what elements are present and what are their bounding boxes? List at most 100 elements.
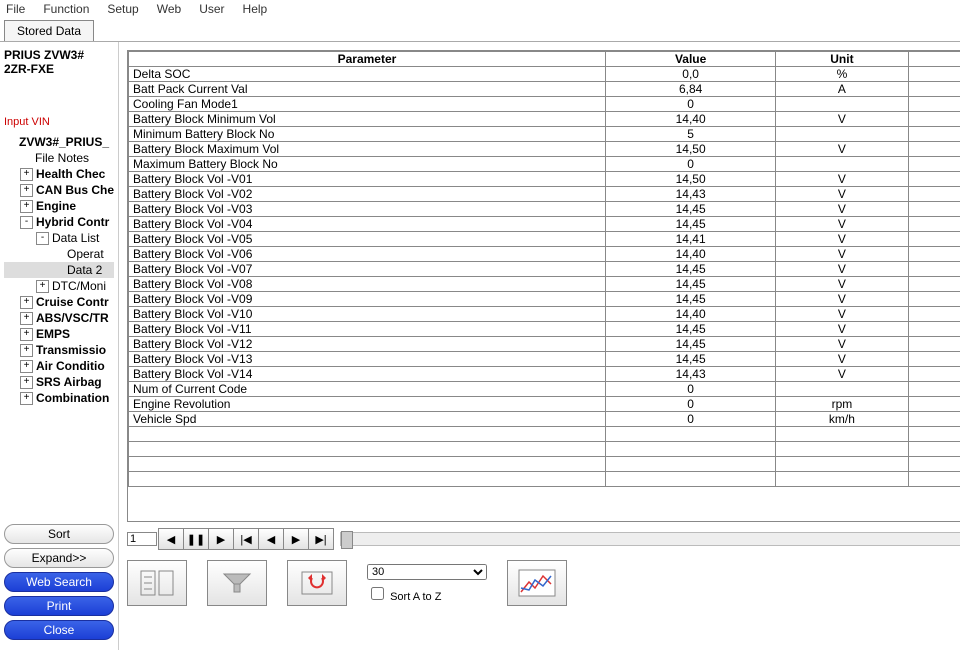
print-button[interactable]: Print bbox=[4, 596, 114, 616]
skip-fwd-button[interactable]: ▶| bbox=[308, 528, 334, 550]
playback-slider[interactable] bbox=[340, 532, 960, 546]
table-row[interactable]: Battery Block Minimum Vol14,40V bbox=[129, 112, 960, 127]
table-row[interactable]: Battery Block Vol -V1414,43V bbox=[129, 367, 960, 382]
table-row[interactable]: Battery Block Vol -V1214,45V bbox=[129, 337, 960, 352]
tree-item[interactable]: +Transmissio bbox=[4, 342, 114, 358]
close-button[interactable]: Close bbox=[4, 620, 114, 640]
expand-icon[interactable]: + bbox=[20, 296, 33, 309]
menu-web[interactable]: Web bbox=[157, 2, 181, 16]
step-back-button[interactable]: ◀ bbox=[258, 528, 284, 550]
table-row[interactable]: Battery Block Vol -V0114,50V bbox=[129, 172, 960, 187]
table-row[interactable]: Battery Block Vol -V1314,45V bbox=[129, 352, 960, 367]
menu-user[interactable]: User bbox=[199, 2, 224, 16]
expand-icon[interactable]: + bbox=[36, 280, 49, 293]
expand-icon[interactable]: + bbox=[20, 168, 33, 181]
tree-item[interactable]: ZVW3#_PRIUS_ bbox=[4, 134, 114, 150]
cell: 0,0 bbox=[605, 67, 775, 82]
table-row[interactable]: Battery Block Vol -V1014,40V bbox=[129, 307, 960, 322]
tree-item[interactable]: +EMPS bbox=[4, 326, 114, 342]
cell: Battery Block Vol -V11 bbox=[129, 322, 606, 337]
menu-file[interactable]: File bbox=[6, 2, 25, 16]
table-row[interactable]: Minimum Battery Block No5 bbox=[129, 127, 960, 142]
cell: Battery Block Vol -V02 bbox=[129, 187, 606, 202]
step-fwd-button[interactable]: ▶ bbox=[283, 528, 309, 550]
expand-icon[interactable]: + bbox=[20, 184, 33, 197]
tree-item[interactable]: File Notes bbox=[4, 150, 114, 166]
table-row[interactable]: Battery Block Vol -V0914,45V bbox=[129, 292, 960, 307]
menu-help[interactable]: Help bbox=[243, 2, 268, 16]
cell: 14,50 bbox=[605, 142, 775, 157]
collapse-icon[interactable]: - bbox=[20, 216, 33, 229]
table-row[interactable]: Battery Block Vol -V0814,45V bbox=[129, 277, 960, 292]
expand-button[interactable]: Expand>> bbox=[4, 548, 114, 568]
cell: V bbox=[776, 142, 908, 157]
expand-icon[interactable]: + bbox=[20, 200, 33, 213]
expand-icon[interactable]: + bbox=[20, 312, 33, 325]
tree-item[interactable]: -Data List bbox=[4, 230, 114, 246]
expand-icon[interactable]: + bbox=[20, 328, 33, 341]
data-grid[interactable]: ParameterValueUnitParameterValueUnitDelt… bbox=[127, 50, 960, 522]
table-row[interactable]: Battery Block Vol -V0614,40V bbox=[129, 247, 960, 262]
skip-back-button[interactable]: |◀ bbox=[233, 528, 259, 550]
table-row[interactable]: Engine Revolution0rpm bbox=[129, 397, 960, 412]
table-row[interactable]: Maximum Battery Block No0 bbox=[129, 157, 960, 172]
tree-item[interactable]: Data 2 bbox=[4, 262, 114, 278]
sort-button[interactable]: Sort bbox=[4, 524, 114, 544]
table-row[interactable]: Battery Block Maximum Vol14,50V bbox=[129, 142, 960, 157]
tab-stored-data[interactable]: Stored Data bbox=[4, 20, 94, 41]
table-row[interactable]: Num of Current Code0 bbox=[129, 382, 960, 397]
filter-button[interactable] bbox=[207, 560, 267, 606]
table-row[interactable]: Delta SOC0,0% bbox=[129, 67, 960, 82]
cell bbox=[908, 337, 960, 352]
split-columns-button[interactable] bbox=[127, 560, 187, 606]
tree-item[interactable]: +Cruise Contr bbox=[4, 294, 114, 310]
expand-icon[interactable]: + bbox=[20, 376, 33, 389]
table-row[interactable]: Vehicle Spd0km/h bbox=[129, 412, 960, 427]
play-button[interactable]: ▶ bbox=[208, 528, 234, 550]
expand-icon[interactable]: + bbox=[20, 344, 33, 357]
table-row[interactable]: Battery Block Vol -V0414,45V bbox=[129, 217, 960, 232]
sort-checkbox-row[interactable]: Sort A to Z bbox=[367, 584, 487, 603]
table-row[interactable]: Batt Pack Current Val6,84A bbox=[129, 82, 960, 97]
menu-setup[interactable]: Setup bbox=[107, 2, 138, 16]
expand-icon[interactable]: + bbox=[20, 392, 33, 405]
cell bbox=[908, 262, 960, 277]
menubar: File Function Setup Web User Help bbox=[0, 0, 960, 18]
input-vin-label[interactable]: Input VIN bbox=[4, 116, 114, 128]
tree-item[interactable]: +Combination bbox=[4, 390, 114, 406]
cell: V bbox=[776, 292, 908, 307]
tree-item-label: Combination bbox=[36, 391, 109, 405]
tree-item[interactable]: +SRS Airbag bbox=[4, 374, 114, 390]
pause-button[interactable]: ❚❚ bbox=[183, 528, 209, 550]
prev-frame-button[interactable]: ◀ bbox=[158, 528, 184, 550]
menu-function[interactable]: Function bbox=[43, 2, 89, 16]
table-row[interactable]: Battery Block Vol -V1114,45V bbox=[129, 322, 960, 337]
table-row[interactable]: Battery Block Vol -V0314,45V bbox=[129, 202, 960, 217]
web-search-button[interactable]: Web Search bbox=[4, 572, 114, 592]
cell: 14,45 bbox=[605, 292, 775, 307]
table-row[interactable]: Battery Block Vol -V0714,45V bbox=[129, 262, 960, 277]
tree-item[interactable]: +CAN Bus Che bbox=[4, 182, 114, 198]
tree-item[interactable]: Operat bbox=[4, 246, 114, 262]
interval-select[interactable]: 30 bbox=[367, 564, 487, 580]
tree-item[interactable]: -Hybrid Contr bbox=[4, 214, 114, 230]
cell bbox=[908, 292, 960, 307]
cell bbox=[908, 352, 960, 367]
tree-item-label: DTC/Moni bbox=[52, 279, 106, 293]
cell bbox=[776, 97, 908, 112]
collapse-icon[interactable]: - bbox=[36, 232, 49, 245]
table-row[interactable]: Cooling Fan Mode10 bbox=[129, 97, 960, 112]
tree-item[interactable]: +Air Conditio bbox=[4, 358, 114, 374]
expand-icon[interactable]: + bbox=[20, 360, 33, 373]
table-row[interactable]: Battery Block Vol -V0514,41V bbox=[129, 232, 960, 247]
cell: Battery Block Maximum Vol bbox=[129, 142, 606, 157]
tree-item[interactable]: +Health Chec bbox=[4, 166, 114, 182]
tree-item[interactable]: +Engine bbox=[4, 198, 114, 214]
cell: Battery Block Vol -V09 bbox=[129, 292, 606, 307]
tree-item[interactable]: +ABS/VSC/TR bbox=[4, 310, 114, 326]
sort-a-to-z-checkbox[interactable] bbox=[371, 587, 384, 600]
table-row[interactable]: Battery Block Vol -V0214,43V bbox=[129, 187, 960, 202]
tree-item[interactable]: +DTC/Moni bbox=[4, 278, 114, 294]
graph-button[interactable] bbox=[507, 560, 567, 606]
refresh-button[interactable] bbox=[287, 560, 347, 606]
